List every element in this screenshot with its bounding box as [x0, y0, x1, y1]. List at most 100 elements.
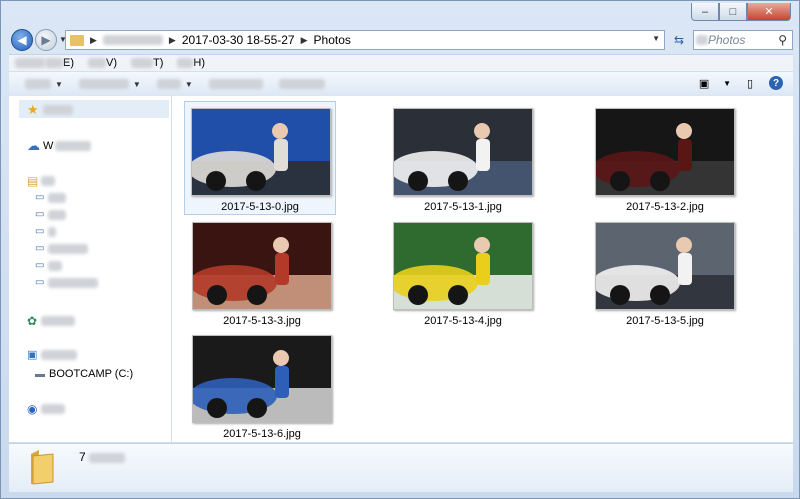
- nav-network[interactable]: ◉: [27, 402, 66, 416]
- nav-cloud-label: W: [43, 140, 54, 152]
- toolbar-item-2[interactable]: ▼: [78, 79, 141, 89]
- forward-button[interactable]: ▶: [35, 29, 57, 51]
- help-button[interactable]: ?: [769, 76, 783, 90]
- image-view-icon: ▣: [698, 77, 710, 90]
- address-dropdown-icon[interactable]: ▼: [652, 34, 660, 43]
- nav-cloud[interactable]: ☁ W: [27, 138, 92, 154]
- document-icon: ▭: [35, 209, 45, 220]
- preview-pane-button[interactable]: ▯: [741, 74, 759, 92]
- address-bar[interactable]: ▶ ▶ 2017-03-30 18-55-27 ▶ Photos ▼: [65, 30, 665, 50]
- breadcrumb-date-folder[interactable]: 2017-03-30 18-55-27: [182, 33, 295, 47]
- thumbnail-graphic: [192, 109, 330, 195]
- refresh-button[interactable]: ⇆: [669, 30, 689, 50]
- redacted-nav-label: [41, 404, 66, 414]
- thumb-figure-body: [476, 139, 490, 171]
- redacted-nav-label: [48, 192, 67, 203]
- view-dropdown-icon[interactable]: ▼: [723, 79, 731, 88]
- menu-view[interactable]: V): [88, 57, 117, 69]
- redacted-menu: [15, 58, 45, 68]
- redacted-crumb[interactable]: [102, 35, 163, 45]
- chevron-right-icon[interactable]: ▶: [90, 35, 97, 46]
- redacted-nav-label: [48, 277, 99, 288]
- redacted-nav-label: [42, 105, 73, 115]
- arrow-left-icon: ◀: [17, 33, 27, 47]
- folder-icon: [31, 450, 54, 485]
- file-item[interactable]: 2017-5-13-0.jpg: [184, 101, 336, 215]
- thumbnail-image: [595, 222, 735, 310]
- thumbnail-graphic: [596, 109, 734, 195]
- close-button[interactable]: ✕: [747, 3, 791, 21]
- thumb-figure-head: [273, 350, 289, 366]
- file-item[interactable]: 2017-5-13-5.jpg: [595, 222, 735, 327]
- nav-lib-item-6[interactable]: ▭: [35, 277, 99, 288]
- file-item[interactable]: 2017-5-13-1.jpg: [393, 108, 533, 213]
- file-item[interactable]: 2017-5-13-3.jpg: [192, 222, 332, 327]
- breadcrumb-photos[interactable]: Photos: [314, 33, 351, 47]
- thumbnail-image: [192, 222, 332, 310]
- back-button[interactable]: ◀: [11, 29, 33, 51]
- redacted-nav-label: [41, 316, 76, 326]
- nav-lib-item-2[interactable]: ▭: [35, 209, 67, 220]
- redacted-nav-label: [41, 176, 56, 186]
- redacted-nav-label: [55, 141, 92, 151]
- minimize-button[interactable]: –: [691, 3, 719, 21]
- thumb-wheel: [206, 171, 226, 191]
- hard-drive-icon: ▬: [35, 368, 45, 380]
- toolbar-item-4[interactable]: [208, 79, 263, 89]
- file-name: 2017-5-13-6.jpg: [223, 428, 301, 440]
- nav-lib-item-3[interactable]: ▭: [35, 226, 57, 237]
- caption-buttons: – □ ✕: [691, 3, 791, 21]
- thumb-wheel: [448, 171, 468, 191]
- thumb-wheel: [247, 398, 267, 418]
- thumb-wheel: [650, 171, 670, 191]
- libraries-icon: ▤: [27, 174, 39, 188]
- menu-edit-label: E): [63, 57, 74, 69]
- file-name: 2017-5-13-5.jpg: [626, 315, 704, 327]
- thumb-figure-body: [678, 139, 692, 171]
- refresh-icon: ⇆: [673, 33, 685, 47]
- cloud-icon: ☁: [27, 138, 40, 153]
- nav-drive-c-label: BOOTCAMP (C:): [49, 368, 134, 380]
- nav-lib-item-5[interactable]: ▭: [35, 260, 63, 271]
- file-item[interactable]: 2017-5-13-4.jpg: [393, 222, 533, 327]
- menu-tools[interactable]: T): [131, 57, 163, 69]
- search-box[interactable]: Photos ⚲: [693, 30, 793, 50]
- nav-computer[interactable]: ▣: [27, 348, 78, 361]
- redacted-nav-label: [48, 226, 57, 237]
- redacted-nav-label: [48, 209, 67, 220]
- homegroup-icon: ✿: [27, 314, 38, 328]
- thumbnail-graphic: [394, 223, 532, 309]
- thumbnail-graphic: [394, 109, 532, 195]
- chevron-right-icon[interactable]: ▶: [301, 35, 308, 46]
- network-icon: ◉: [27, 402, 38, 416]
- nav-libraries[interactable]: ▤: [27, 174, 56, 188]
- nav-drive-c[interactable]: ▬ BOOTCAMP (C:): [35, 368, 133, 380]
- menu-help[interactable]: H): [177, 57, 205, 69]
- nav-homegroup[interactable]: ✿: [27, 314, 76, 328]
- toolbar-organize[interactable]: ▼: [25, 79, 63, 89]
- redacted-toolbar-label: [208, 79, 263, 89]
- music-icon: ▭: [35, 243, 45, 254]
- thumb-wheel: [247, 285, 267, 305]
- file-item[interactable]: 2017-5-13-6.jpg: [192, 335, 332, 440]
- toolbar-item-3[interactable]: ▼: [156, 79, 193, 89]
- monitor-icon: ▭: [35, 192, 45, 203]
- redacted-toolbar-label: [25, 79, 51, 89]
- thumbnail-graphic: [193, 223, 331, 309]
- toolbar-item-5[interactable]: [278, 79, 325, 89]
- menu-help-label: H): [193, 57, 205, 69]
- nav-favorites[interactable]: ★: [27, 102, 73, 118]
- thumbnail-image: [191, 108, 331, 196]
- file-item[interactable]: 2017-5-13-2.jpg: [595, 108, 735, 213]
- nav-lib-item-4[interactable]: ▭: [35, 243, 89, 254]
- maximize-button[interactable]: □: [719, 3, 747, 21]
- nav-lib-item-1[interactable]: ▭: [35, 192, 67, 203]
- thumb-figure-head: [273, 237, 289, 253]
- menu-edit[interactable]: E): [45, 57, 74, 69]
- redacted-menu-label: [177, 58, 194, 68]
- file-name: 2017-5-13-2.jpg: [626, 201, 704, 213]
- thumbnail-graphic: [193, 336, 331, 422]
- view-options-button[interactable]: ▣: [695, 74, 713, 92]
- toolbar-right: ▣ ▼ ▯ ?: [695, 74, 783, 92]
- chevron-right-icon[interactable]: ▶: [169, 35, 176, 46]
